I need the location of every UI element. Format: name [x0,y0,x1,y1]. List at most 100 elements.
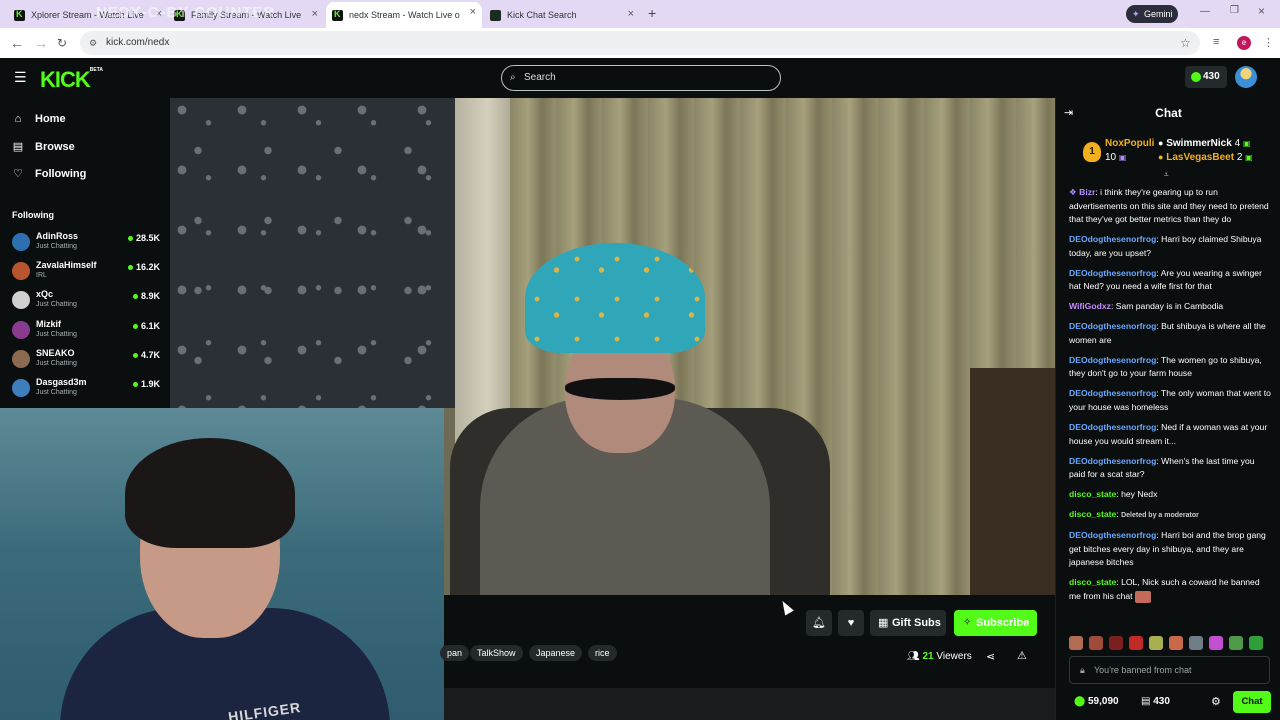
site-header: ☰ KICKBETA ⌕ Search 430 [0,58,1280,98]
stream-tag[interactable]: TalkShow [470,645,523,661]
chat-username[interactable]: disco_state [1069,489,1116,499]
chat-send-button[interactable]: Chat [1233,691,1271,713]
channel-name: xQc [36,289,54,299]
stream-info-bar: 🔔︎ ♥ ▦ Gift Subs ✧ Subscribe pan TalkSho… [440,595,1055,720]
chat-username[interactable]: DEOdogthesenorfrog [1069,422,1156,432]
chat-username[interactable]: disco_state [1069,509,1116,519]
gift-leaderboard: 1 NoxPopuli 10 ▣ ● SwimmerNick 4 ▣ ● Las… [1056,128,1280,180]
leaderboard-count-value: 2 [1236,152,1243,163]
kick-points-balance[interactable]: ⬤ 59,090 [1074,696,1119,707]
browser-tab[interactable]: Kick Chat Search × [484,4,640,26]
sidebar-item-following[interactable]: ♡ Following [12,167,86,181]
leaderboard-name: NoxPopuli [1105,138,1155,149]
chat-footer: ⬤ 59,090 ▤ 430 ⚙ Chat [1056,690,1280,720]
site-info-icon[interactable]: ⚙ [89,31,97,55]
kick-points-value: 59,090 [1087,696,1119,707]
chat-username[interactable]: DEOdogthesenorfrog [1069,456,1156,466]
close-tab-icon[interactable]: × [628,8,634,20]
reload-icon[interactable]: ↻ [57,36,67,50]
followed-channel-row[interactable]: Mizkif Just Chatting 6.1K [12,318,162,344]
chat-username[interactable]: Bizr [1079,187,1095,197]
stream-tag[interactable]: Japanese [529,645,583,661]
channel-avatar [12,321,30,339]
channel-category: Just Chatting [36,389,77,396]
chat-username[interactable]: DEOdogthesenorfrog [1069,234,1156,244]
subscribe-button[interactable]: ✧ Subscribe [954,610,1037,636]
chat-message: DEOdogthesenorfrog: Harri boi and the br… [1069,530,1266,568]
gift-box-icon: ▤ [1141,696,1151,707]
chat-username[interactable]: disco_state [1069,577,1116,587]
emote-icon[interactable] [1189,636,1203,650]
followed-channel-row[interactable]: xQc Just Chatting 8.9K [12,288,162,314]
follow-heart-button[interactable]: ♥ [838,610,864,636]
emote-icon[interactable] [1229,636,1243,650]
chat-username[interactable]: WifiGodxz [1069,301,1111,311]
leaderboard-entry[interactable]: ● LasVegasBeet 2 ▣ [1158,152,1253,163]
followed-channel-row[interactable]: AdinRoss Just Chatting 28.5K [12,230,162,256]
maximize-icon[interactable]: ❐ [1230,5,1239,16]
user-avatar[interactable] [1235,66,1257,88]
browser-tab-active[interactable]: nedx Stream - Watch Live o × [326,2,482,28]
emote-icon[interactable] [1129,636,1143,650]
chat-username[interactable]: DEOdogthesenorfrog [1069,530,1156,540]
emote-icon[interactable] [1089,636,1103,650]
chat-settings-gear-icon[interactable]: ⚙ [1211,695,1221,708]
hamburger-menu-icon[interactable]: ☰ [14,69,27,86]
gift-subs-button[interactable]: ▦ Gift Subs [870,610,946,636]
kick-logo[interactable]: KICKBETA [40,67,103,93]
followed-channel-row[interactable]: SNEAKO Just Chatting 4.7K [12,347,162,373]
leaderboard-name: LasVegasBeet [1166,152,1235,163]
chat-username[interactable]: DEOdogthesenorfrog [1069,268,1156,278]
followed-channel-row[interactable]: Dasgasd3m Just Chatting 1.9K [12,376,162,402]
gemini-label: Gemini [1144,9,1173,19]
emote-icon[interactable] [1209,636,1223,650]
logo-badge: BETA [89,67,104,73]
emote-icon[interactable] [1169,636,1183,650]
profile-avatar[interactable]: e [1237,36,1251,50]
chat-username[interactable]: DEOdogthesenorfrog [1069,321,1156,331]
leaderboard-entry[interactable]: ● SwimmerNick 4 ▣ [1158,138,1251,149]
gemini-button[interactable]: ✦ Gemini [1126,5,1178,23]
chat-messages: ❖ Bizr: i think they're gearing up to ru… [1069,186,1271,610]
channel-category: Just Chatting [36,243,77,250]
back-icon[interactable]: ← [10,35,24,51]
emote-icon[interactable] [1149,636,1163,650]
share-icon[interactable]: ⋖ [986,650,995,663]
subs-balance[interactable]: ▤ 430 [1141,696,1170,707]
url-field[interactable]: ⚙ kick.com/nedx [80,31,1200,55]
new-tab-icon[interactable]: + [648,5,656,21]
sidebar-item-home[interactable]: ⌂ Home [12,113,66,125]
expand-leaderboard-icon[interactable]: ⩡ [1164,170,1169,180]
sidebar-item-browse[interactable]: ▤ Browse [12,140,75,154]
bookmark-star-icon[interactable]: ☆ [1180,36,1191,50]
kick-points-button[interactable]: 430 [1185,66,1227,88]
emote-icon[interactable] [1069,636,1083,650]
search-icon: ⌕ [510,72,516,83]
emote-icon[interactable] [1109,636,1123,650]
leaderboard-entry[interactable]: NoxPopuli [1105,138,1154,149]
kick-favicon-icon [14,9,25,21]
followed-channel-row[interactable]: ZavalaHimself IRL 16.2K [12,259,162,285]
reading-list-icon[interactable]: ≡ [1213,36,1219,48]
forward-icon[interactable]: → [34,35,48,51]
chat-username[interactable]: DEOdogthesenorfrog [1069,388,1156,398]
close-window-icon[interactable]: × [1258,4,1265,18]
report-warning-icon[interactable]: ⚠ [1017,649,1027,662]
sidebar-item-label: Home [35,113,66,125]
stream-tag[interactable]: rice [588,645,617,661]
gift-subs-label: Gift Subs [892,617,941,629]
emote-icon[interactable] [1249,636,1263,650]
stream-tag[interactable]: pan [440,645,470,661]
tab-title: nedx Stream - Watch Live o [349,10,460,20]
gift-icon: ▦ [878,617,889,629]
browser-menu-icon[interactable]: ⋮ [1263,36,1274,49]
search-input[interactable]: ⌕ Search [501,65,781,91]
chat-message: WifiGodxz: Sam panday is in Cambodia [1069,301,1224,312]
notification-bell-button[interactable]: 🔔︎ [806,610,832,636]
close-tab-icon[interactable]: × [470,6,476,18]
close-tab-icon[interactable]: × [312,8,318,20]
minimize-icon[interactable]: — [1200,6,1210,17]
chat-input-banned: 🔒︎ You're banned from chat [1069,656,1270,684]
chat-favicon-icon [490,9,501,21]
chat-username[interactable]: DEOdogthesenorfrog [1069,355,1156,365]
